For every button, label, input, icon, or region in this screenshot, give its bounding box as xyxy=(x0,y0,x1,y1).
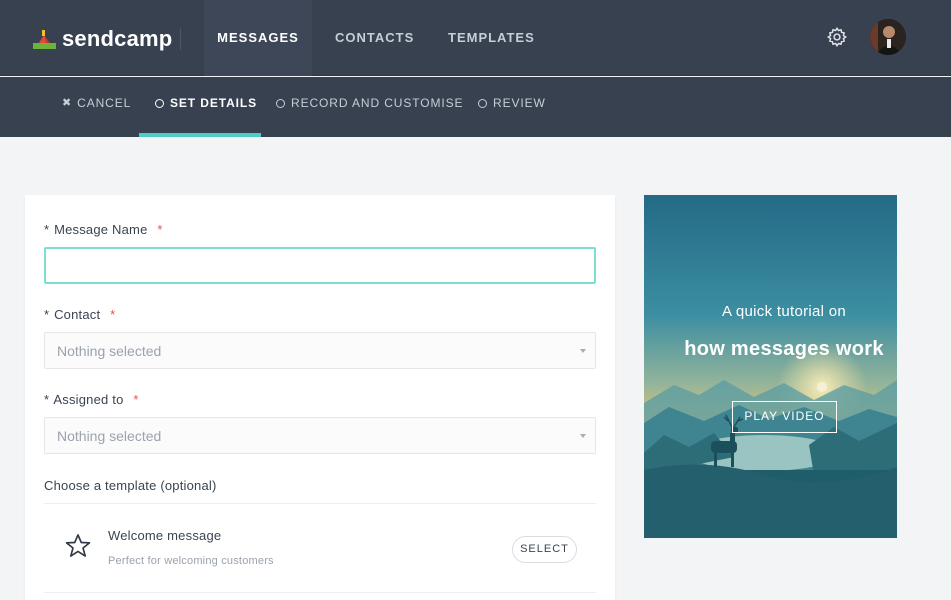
wizard-steps-bar: ✖ CANCEL SET DETAILS RECORD AND CUSTOMIS… xyxy=(0,77,951,137)
step-record-and-customise[interactable]: RECORD AND CUSTOMISE xyxy=(276,77,463,137)
caret-down-icon xyxy=(580,349,586,353)
step-review[interactable]: REVIEW xyxy=(478,77,546,137)
cancel-step-button[interactable]: ✖ CANCEL xyxy=(62,77,131,137)
play-video-button[interactable]: PLAY VIDEO xyxy=(732,401,837,433)
sendcamp-logo[interactable]: sendcamp xyxy=(33,26,172,52)
required-marker: * xyxy=(157,222,163,237)
divider xyxy=(44,503,596,504)
contact-label: * Contact * xyxy=(44,307,115,322)
step-record-label: RECORD AND CUSTOMISE xyxy=(291,96,464,110)
label-prefix: * xyxy=(44,222,50,237)
step-circle-icon xyxy=(478,98,487,108)
required-marker: * xyxy=(110,307,116,322)
message-details-form: * Message Name * * Contact * Nothing sel… xyxy=(25,195,615,600)
required-marker: * xyxy=(133,392,139,407)
logo-divider xyxy=(180,28,181,50)
sendcamp-logo-icon xyxy=(33,29,56,50)
step-set-details[interactable]: SET DETAILS xyxy=(155,77,257,137)
assigned-to-select[interactable]: Nothing selected xyxy=(44,417,596,454)
step-set-details-label: SET DETAILS xyxy=(170,96,258,110)
landscape-illustration xyxy=(644,195,897,538)
close-icon: ✖ xyxy=(62,97,73,109)
active-step-indicator xyxy=(139,133,261,137)
nav-templates[interactable]: TEMPLATES xyxy=(448,0,535,76)
user-avatar[interactable] xyxy=(870,19,906,55)
tutorial-title: how messages work xyxy=(684,338,884,360)
divider xyxy=(44,592,596,593)
template-heading: Choose a template (optional) xyxy=(44,478,217,493)
cancel-label: CANCEL xyxy=(77,96,132,110)
template-description: Perfect for welcoming customers xyxy=(108,555,274,567)
contact-label-text: Contact xyxy=(54,307,101,322)
step-circle-icon xyxy=(276,98,285,108)
contact-select[interactable]: Nothing selected xyxy=(44,332,596,369)
select-template-button[interactable]: SELECT xyxy=(512,536,577,563)
assigned-to-placeholder: Nothing selected xyxy=(57,428,162,444)
caret-down-icon xyxy=(580,434,586,438)
label-prefix: * xyxy=(44,392,50,407)
message-name-text: Message Name xyxy=(54,222,148,237)
nav-messages[interactable]: MESSAGES xyxy=(204,0,312,76)
step-circle-icon xyxy=(155,98,164,108)
logo-text: sendcamp xyxy=(62,26,173,51)
assigned-to-label: * Assigned to * xyxy=(44,392,139,407)
step-review-label: REVIEW xyxy=(493,96,546,110)
message-name-input[interactable] xyxy=(44,247,596,284)
nav-contacts[interactable]: CONTACTS xyxy=(335,0,414,76)
assigned-to-label-text: Assigned to xyxy=(53,392,124,407)
template-name: Welcome message xyxy=(108,528,222,543)
message-name-label: * Message Name * xyxy=(44,222,163,237)
tutorial-video-card[interactable]: A quick tutorial on how messages work PL… xyxy=(644,195,897,538)
label-prefix: * xyxy=(44,307,50,322)
gear-icon[interactable] xyxy=(826,26,848,48)
top-navigation-bar: sendcamp MESSAGES CONTACTS TEMPLATES xyxy=(0,0,951,76)
star-icon xyxy=(64,532,92,560)
contact-placeholder: Nothing selected xyxy=(57,343,162,359)
tutorial-subtitle: A quick tutorial on xyxy=(721,303,847,320)
